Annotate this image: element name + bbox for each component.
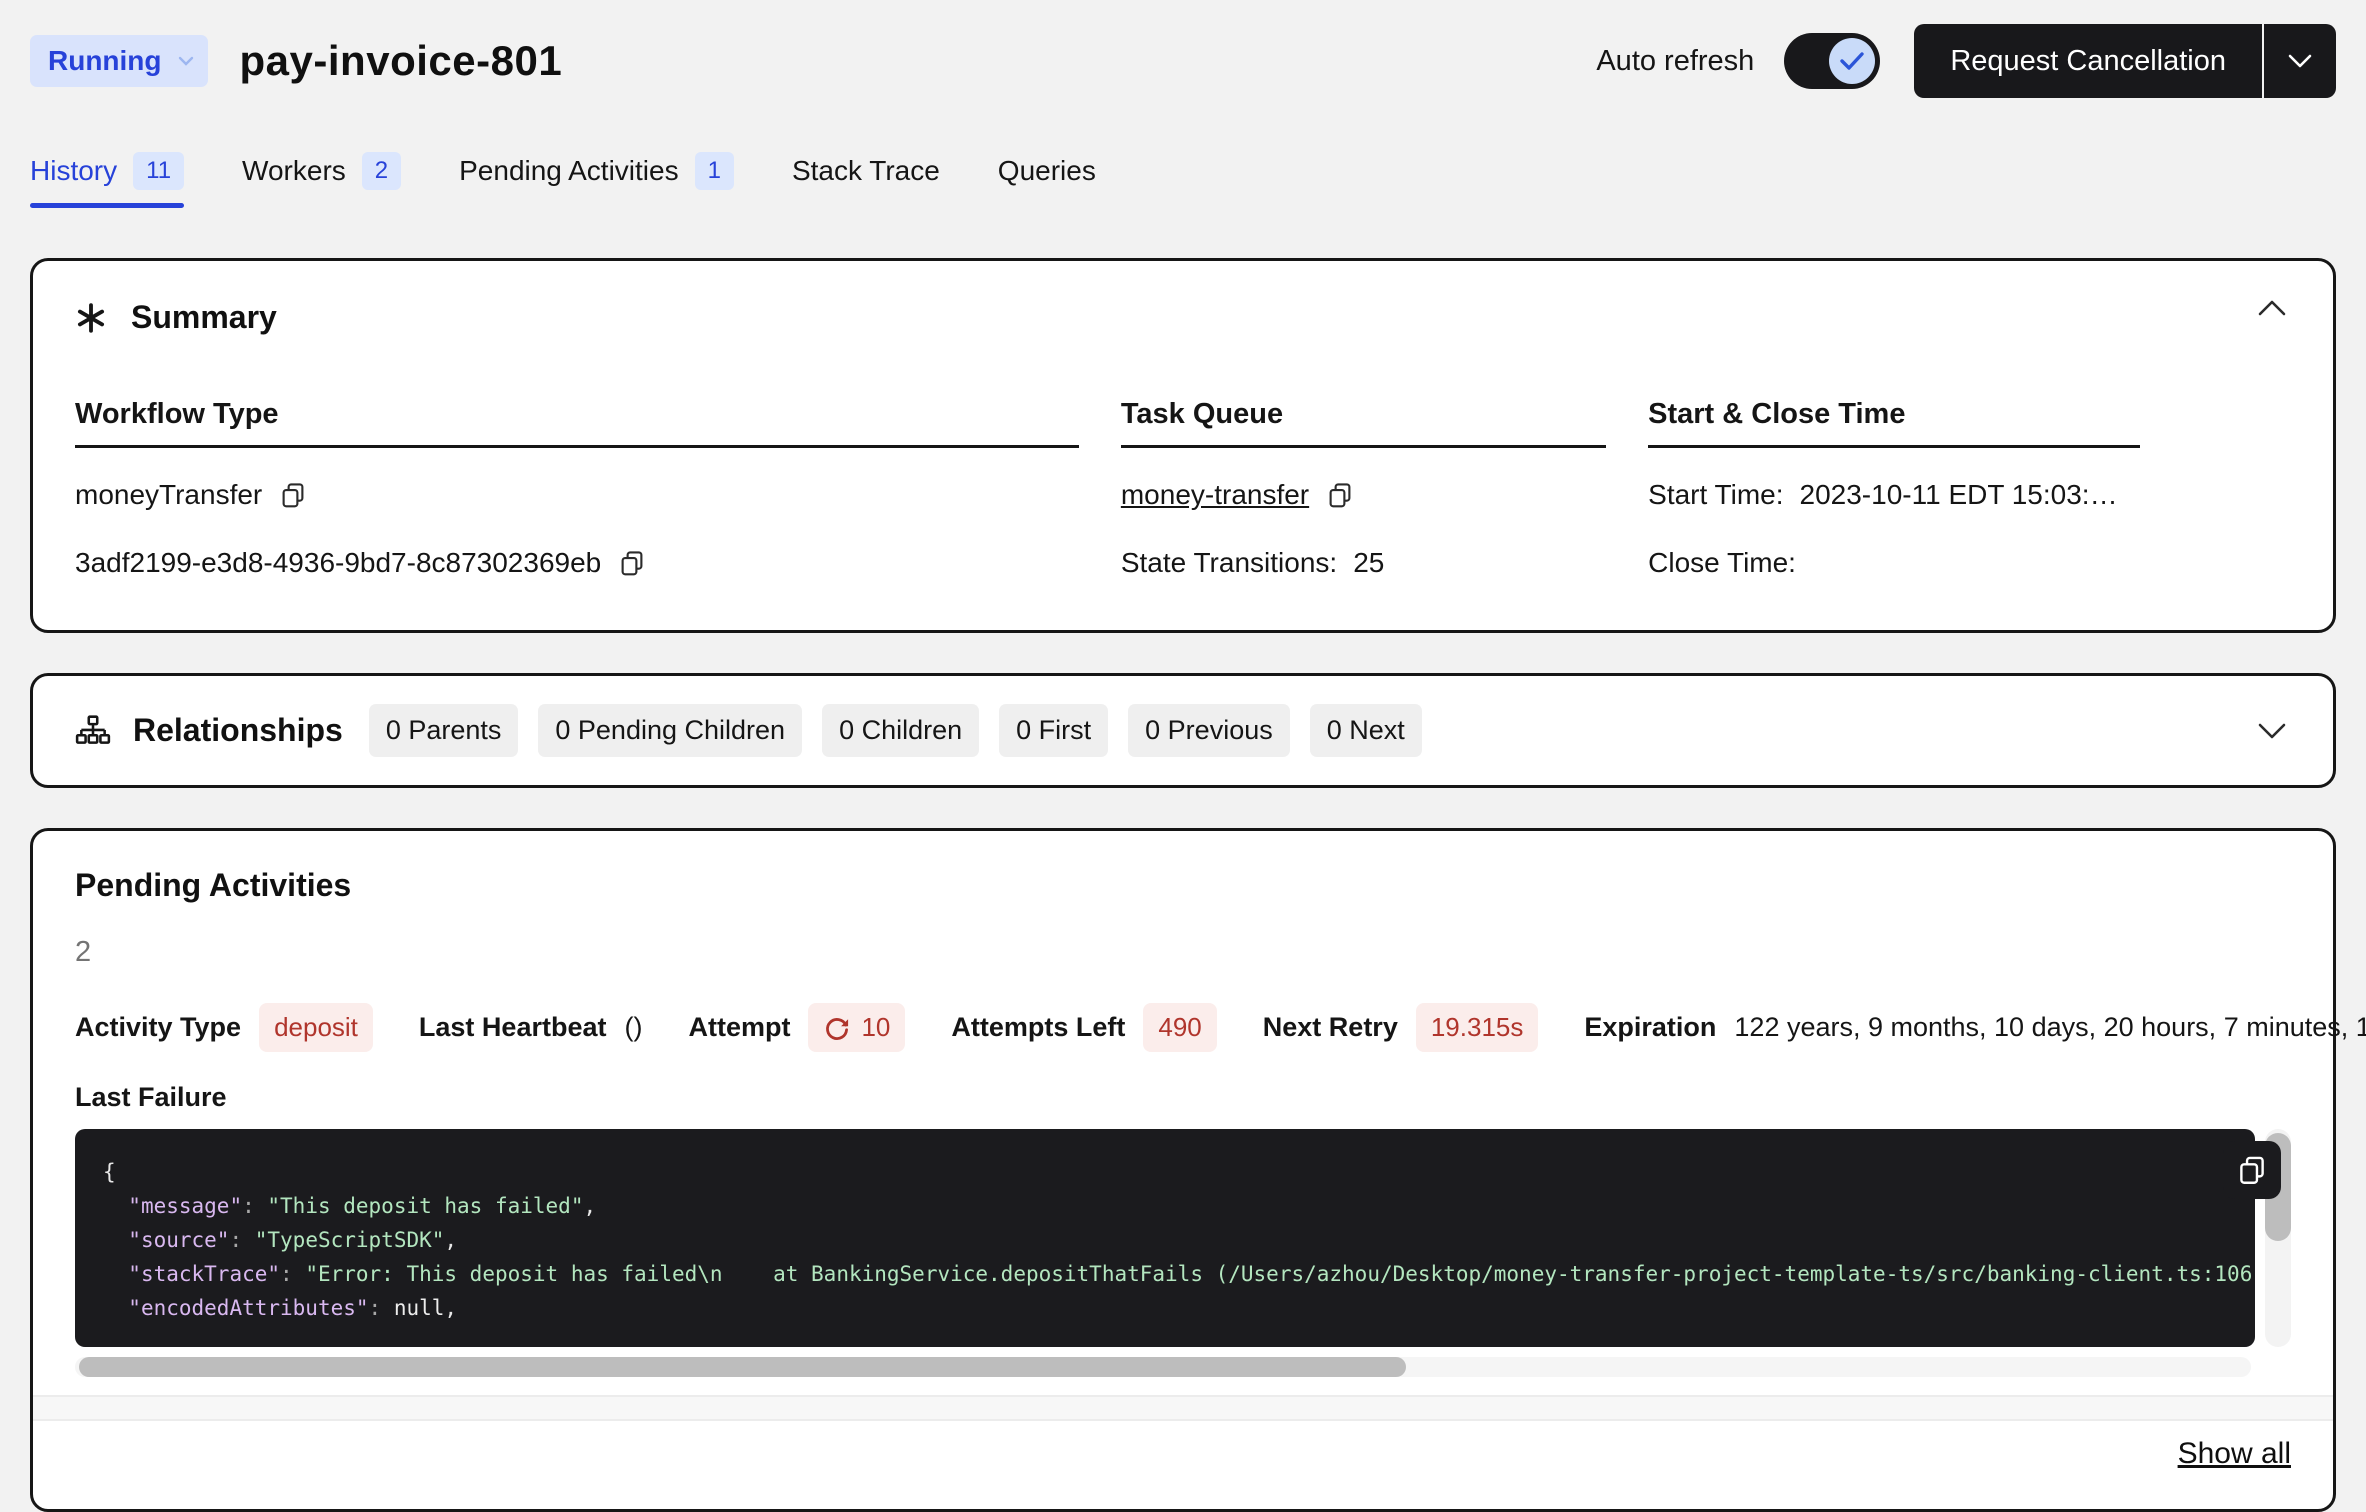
task-queue-link[interactable]: money-transfer — [1121, 479, 1309, 511]
copy-icon — [1325, 480, 1355, 510]
tab-label: Pending Activities — [459, 155, 678, 187]
activity-type-label: Activity Type — [75, 1012, 241, 1043]
tab-history[interactable]: History 11 — [30, 152, 184, 194]
pending-activities-title: Pending Activities — [75, 867, 2291, 904]
first-count-badge: 0 First — [999, 704, 1108, 757]
state-transitions-label: State Transitions: — [1121, 547, 1337, 579]
copy-task-queue-button[interactable] — [1325, 480, 1355, 510]
workflow-type-column: Workflow Type moneyTransfer 3adf2199-e3d… — [75, 398, 1079, 584]
attempts-left-label: Attempts Left — [951, 1012, 1125, 1043]
workflow-type-value: moneyTransfer — [75, 479, 262, 511]
relationships-card: Relationships 0 Parents 0 Pending Childr… — [30, 673, 2336, 788]
start-time-value: 2023-10-11 EDT 15:03:… — [1800, 479, 2118, 511]
start-time-label: Start Time: — [1648, 479, 1783, 511]
summary-asterisk-icon — [75, 302, 107, 334]
workflow-type-header: Workflow Type — [75, 398, 1079, 448]
tab-label: Stack Trace — [792, 155, 940, 187]
tab-label: Workers — [242, 155, 346, 187]
tab-workers[interactable]: Workers 2 — [242, 152, 401, 194]
next-retry-label: Next Retry — [1263, 1012, 1398, 1043]
attempt-value: 10 — [861, 1012, 890, 1043]
workflow-status-badge[interactable]: Running — [30, 35, 208, 87]
summary-collapse-chevron-up-icon[interactable] — [2257, 299, 2287, 317]
second-activity-divider-strip — [33, 1395, 2333, 1421]
start-close-time-column: Start & Close Time Start Time: 2023-10-1… — [1648, 398, 2140, 584]
show-all-link[interactable]: Show all — [2178, 1437, 2291, 1471]
relationships-title: Relationships — [133, 712, 343, 749]
copy-icon — [617, 548, 647, 578]
summary-title: Summary — [131, 299, 277, 336]
check-icon — [1839, 51, 1865, 71]
pending-activities-card: Pending Activities 2 Activity Type depos… — [30, 828, 2336, 1512]
tab-label: Queries — [998, 155, 1096, 187]
code-horizontal-scrollbar[interactable] — [75, 1357, 2251, 1377]
copy-workflow-type-button[interactable] — [278, 480, 308, 510]
attempts-left-badge: 490 — [1143, 1003, 1216, 1052]
last-heartbeat-value: () — [624, 1012, 642, 1043]
request-cancellation-split-button: Request Cancellation — [1914, 24, 2336, 98]
expiration-label: Expiration — [1584, 1012, 1716, 1043]
attempt-badge: 10 — [808, 1003, 905, 1052]
page-title: pay-invoice-801 — [240, 37, 563, 85]
pending-activity-stats-row: Activity Type deposit Last Heartbeat () … — [75, 1003, 2291, 1052]
relationships-expand-chevron-down-icon[interactable] — [2257, 722, 2287, 740]
toggle-knob — [1829, 38, 1875, 84]
last-heartbeat-label: Last Heartbeat — [419, 1012, 607, 1043]
tab-count-badge: 11 — [133, 152, 184, 190]
parents-count-badge: 0 Parents — [369, 704, 519, 757]
next-retry-badge: 19.315s — [1416, 1003, 1539, 1052]
tab-stack-trace[interactable]: Stack Trace — [792, 155, 940, 191]
children-count-badge: 0 Children — [822, 704, 979, 757]
status-chevron-down-icon — [178, 56, 194, 66]
task-queue-header: Task Queue — [1121, 398, 1606, 448]
pending-children-count-badge: 0 Pending Children — [538, 704, 802, 757]
copy-icon — [278, 480, 308, 510]
last-failure-code-wrap: { "message": "This deposit has failed", … — [75, 1129, 2291, 1347]
attempt-label: Attempt — [688, 1012, 790, 1043]
close-time-label: Close Time: — [1648, 547, 1796, 579]
auto-refresh-label: Auto refresh — [1596, 45, 1754, 78]
chevron-down-icon — [2287, 53, 2313, 69]
tab-label: History — [30, 155, 117, 187]
summary-card: Summary Workflow Type moneyTransfer 3adf… — [30, 258, 2336, 633]
start-close-time-header: Start & Close Time — [1648, 398, 2140, 448]
tab-bar: History 11 Workers 2 Pending Activities … — [30, 152, 2336, 194]
request-cancellation-button[interactable]: Request Cancellation — [1914, 24, 2262, 98]
tab-pending-activities[interactable]: Pending Activities 1 — [459, 152, 734, 194]
next-count-badge: 0 Next — [1310, 704, 1422, 757]
relationships-tree-icon — [75, 714, 111, 748]
pending-activities-count: 2 — [75, 936, 2291, 969]
task-queue-column: Task Queue money-transfer State Transiti… — [1121, 398, 1606, 584]
expiration-value: 122 years, 9 months, 10 days, 20 hours, … — [1734, 1012, 2366, 1043]
status-label: Running — [48, 45, 162, 77]
top-bar: Running pay-invoice-801 Auto refresh Req… — [30, 0, 2336, 98]
code-horizontal-scrollbar-thumb[interactable] — [79, 1357, 1406, 1377]
copy-icon — [2235, 1153, 2269, 1187]
last-failure-label: Last Failure — [75, 1082, 2291, 1113]
copy-run-id-button[interactable] — [617, 548, 647, 578]
retry-icon — [823, 1014, 851, 1042]
activity-type-badge: deposit — [259, 1003, 373, 1052]
state-transitions-value: 25 — [1353, 547, 1384, 579]
previous-count-badge: 0 Previous — [1128, 704, 1290, 757]
run-id-value: 3adf2199-e3d8-4936-9bd7-8c87302369eb — [75, 547, 601, 579]
copy-failure-json-button[interactable] — [2223, 1141, 2281, 1199]
auto-refresh-toggle[interactable] — [1784, 33, 1880, 89]
tab-queries[interactable]: Queries — [998, 155, 1096, 191]
cancellation-menu-button[interactable] — [2264, 24, 2336, 98]
last-failure-code: { "message": "This deposit has failed", … — [75, 1129, 2255, 1347]
tab-count-badge: 1 — [695, 152, 734, 190]
tab-count-badge: 2 — [362, 152, 401, 190]
